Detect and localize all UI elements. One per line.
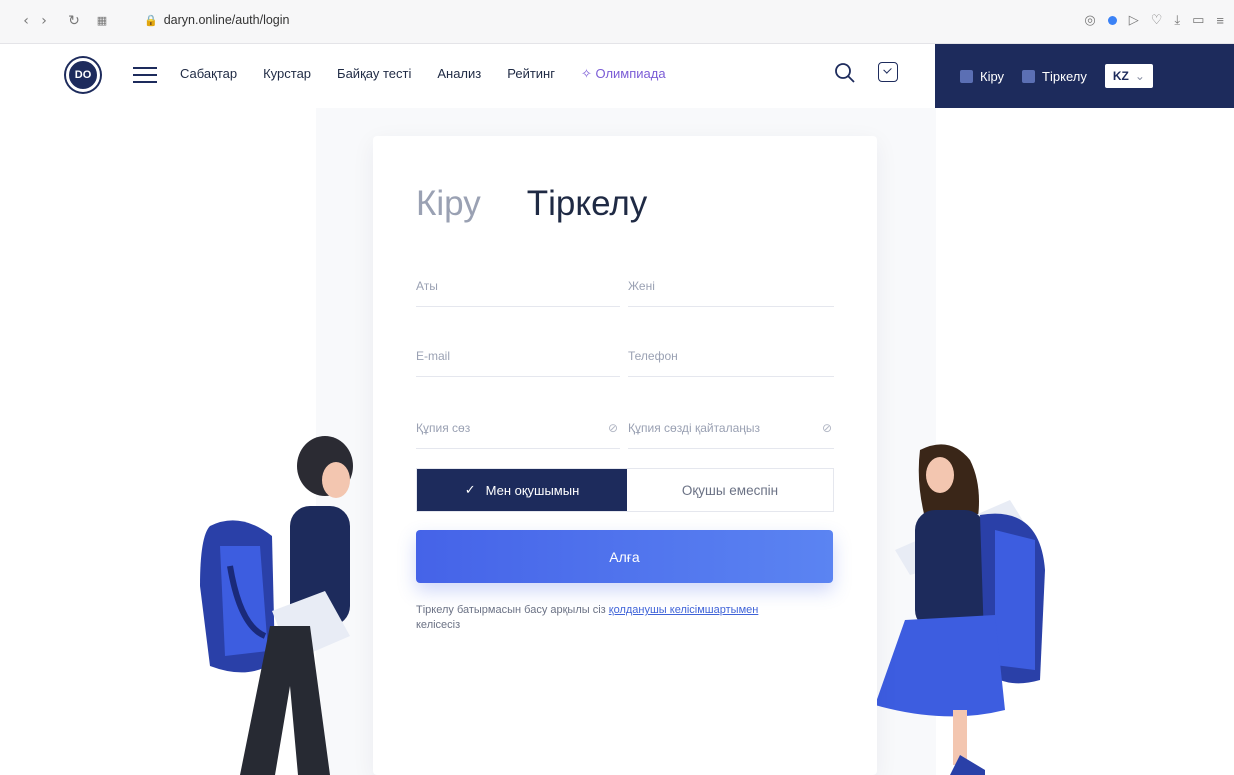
password-repeat-field[interactable]: Құпия сөзді қайталаңыз ⊘ bbox=[628, 413, 834, 449]
role-student-button[interactable]: ✓ Мен оқушымын bbox=[417, 469, 627, 511]
eye-off-icon[interactable]: ⊘ bbox=[608, 421, 618, 435]
nav-link-olympiad[interactable]: ✧ Олимпиада bbox=[581, 66, 666, 82]
role-student-label: Мен оқушымын bbox=[485, 482, 580, 498]
reload-icon[interactable]: ↻ bbox=[66, 13, 82, 29]
register-link-label: Тіркелу bbox=[1042, 68, 1087, 84]
role-not-student-label: Оқушы емеспін bbox=[681, 482, 779, 498]
submit-button[interactable]: Алға bbox=[416, 530, 833, 583]
play-icon[interactable]: ▷ bbox=[1129, 12, 1139, 28]
student-boy-illustration bbox=[200, 436, 353, 775]
terms-link[interactable]: қолданушы келісімшартымен bbox=[609, 604, 759, 616]
download-icon[interactable]: ⤓ bbox=[1174, 12, 1180, 28]
terms-prefix: Тіркелу батырмасын басу арқылы сіз bbox=[416, 604, 609, 616]
hamburger-menu-icon[interactable] bbox=[133, 67, 157, 83]
password-field[interactable]: Құпия сөз ⊘ bbox=[416, 413, 620, 449]
login-link-label: Кіру bbox=[980, 68, 1005, 84]
camera-icon[interactable]: ◎ bbox=[1084, 12, 1095, 28]
last-name-field[interactable]: Жені bbox=[628, 271, 834, 307]
site-header: DO Сабақтар Курстар Байқау тесті Анализ … bbox=[0, 44, 1234, 108]
register-link[interactable]: Тіркелу bbox=[1022, 69, 1087, 84]
extension-icon[interactable] bbox=[1107, 15, 1117, 25]
role-not-student-button[interactable]: Оқушы емеспін bbox=[627, 469, 833, 511]
eye-off-icon[interactable]: ⊘ bbox=[822, 421, 832, 435]
terms-text: Тіркелу батырмасын басу арқылы сіз қолда… bbox=[416, 603, 776, 633]
menu-icon[interactable]: ≡ bbox=[1216, 13, 1224, 28]
first-name-field[interactable]: Аты bbox=[416, 271, 620, 307]
apps-grid-icon[interactable]: ▦ bbox=[94, 13, 110, 29]
browser-extensions: ◎ ▷ ♡ ⤓ ▭ ≡ bbox=[1084, 12, 1224, 28]
check-icon: ✓ bbox=[464, 482, 476, 497]
nav-link-rating[interactable]: Рейтинг bbox=[507, 66, 555, 82]
nav-link-trial-test[interactable]: Байқау тесті bbox=[337, 66, 411, 82]
password-repeat-placeholder: Құпия сөзді қайталаңыз bbox=[628, 421, 761, 435]
header-icons bbox=[834, 62, 898, 84]
heart-icon[interactable]: ♡ bbox=[1151, 12, 1163, 28]
browser-toolbar: ‹ › ↻ ▦ 🔒 daryn.online/auth/login ◎ ▷ ♡ … bbox=[0, 0, 1234, 44]
address-bar[interactable]: 🔒 daryn.online/auth/login bbox=[144, 13, 290, 27]
logo-text: DO bbox=[74, 69, 92, 81]
role-toggle: ✓ Мен оқушымын Оқушы емеспін bbox=[416, 468, 834, 512]
first-name-placeholder: Аты bbox=[416, 279, 438, 293]
search-icon[interactable] bbox=[834, 62, 856, 84]
email-placeholder: E-mail bbox=[416, 349, 451, 363]
login-icon bbox=[960, 69, 973, 83]
password-placeholder: Құпия сөз bbox=[416, 421, 471, 435]
olympiad-label: Олимпиада bbox=[595, 66, 666, 81]
forward-icon[interactable]: › bbox=[36, 13, 52, 29]
auth-tabs: Кіру Тіркелу bbox=[416, 184, 647, 224]
nav-link-analysis[interactable]: Анализ bbox=[437, 66, 481, 82]
phone-field[interactable]: Телефон bbox=[628, 341, 834, 377]
chevron-down-icon: ⌄ bbox=[1134, 69, 1145, 83]
phone-placeholder: Телефон bbox=[628, 349, 678, 363]
url-text: daryn.online/auth/login bbox=[163, 13, 290, 27]
language-value: KZ bbox=[1112, 69, 1129, 83]
nav-link-courses[interactable]: Курстар bbox=[263, 66, 311, 82]
main-nav: Сабақтар Курстар Байқау тесті Анализ Рей… bbox=[180, 66, 692, 82]
site-logo[interactable]: DO bbox=[66, 58, 100, 92]
sparkle-icon: ✧ bbox=[580, 66, 596, 81]
auth-panel: Кіру Тіркелу KZ ⌄ bbox=[935, 44, 1234, 108]
tab-register[interactable]: Тіркелу bbox=[527, 184, 648, 224]
nav-link-lessons[interactable]: Сабақтар bbox=[180, 66, 237, 82]
battery-icon[interactable]: ▭ bbox=[1192, 12, 1204, 28]
login-link[interactable]: Кіру bbox=[960, 69, 1004, 84]
register-icon bbox=[1022, 69, 1036, 83]
language-select[interactable]: KZ ⌄ bbox=[1104, 64, 1153, 88]
lock-icon: 🔒 bbox=[144, 14, 158, 27]
cart-icon[interactable] bbox=[878, 62, 898, 82]
registration-card: Кіру Тіркелу Аты Жені E-mail Телефон Құп… bbox=[373, 136, 877, 775]
last-name-placeholder: Жені bbox=[628, 279, 655, 293]
tab-login[interactable]: Кіру bbox=[416, 184, 481, 224]
back-icon[interactable]: ‹ bbox=[18, 13, 34, 29]
terms-suffix: келісесіз bbox=[416, 619, 461, 631]
email-field[interactable]: E-mail bbox=[416, 341, 620, 377]
